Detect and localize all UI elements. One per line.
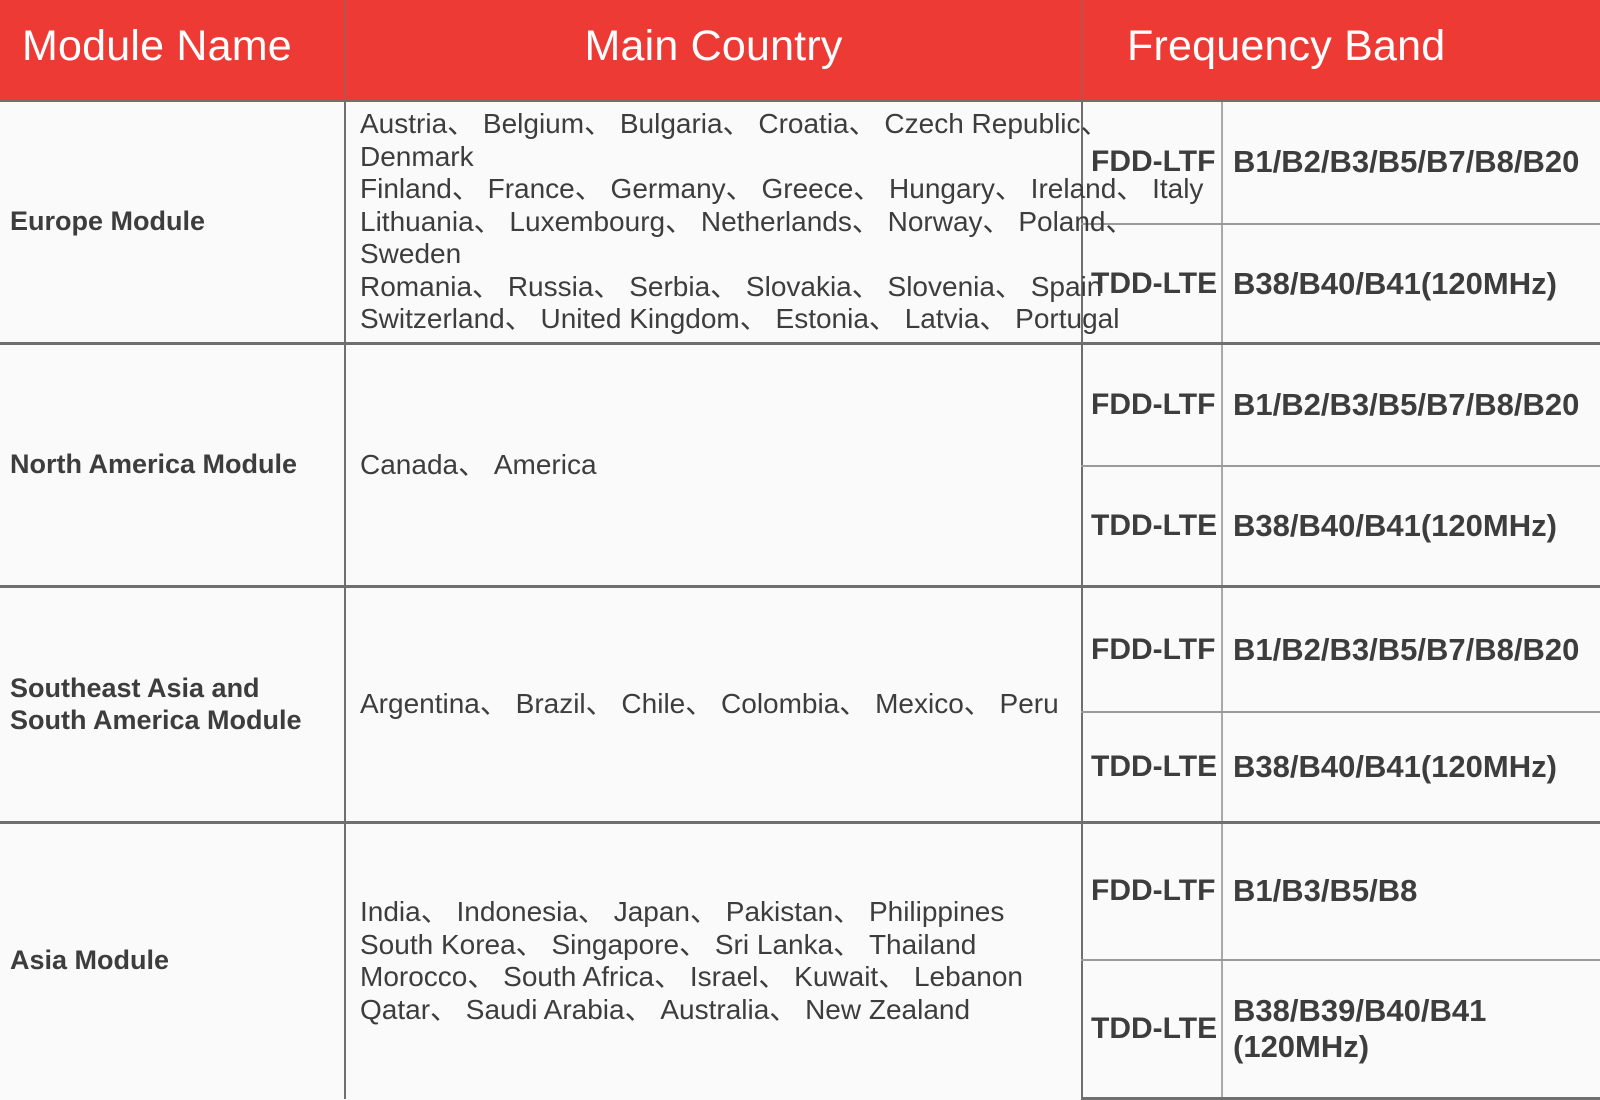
- main-country-cell: Canada、 America: [344, 342, 1082, 587]
- country-line: Switzerland、 United Kingdom、 Estonia、 La…: [360, 303, 1120, 335]
- band-mode-cell: TDD-LTE: [1081, 465, 1222, 589]
- main-country-cell: India、 Indonesia、 Japan、 Pakistan、 Phili…: [344, 820, 1082, 1099]
- band-value-line: B1/B3/B5/B8: [1233, 873, 1418, 909]
- country-line: Denmark: [360, 140, 474, 172]
- module-name-cell: Europe Module: [0, 98, 345, 344]
- band-value-cell: B1/B2/B3/B5/B7/B8/B20: [1221, 98, 1600, 226]
- band-value-cell: B38/B40/B41(120MHz): [1221, 711, 1600, 824]
- band-value-cell: B38/B39/B40/B41 (120MHz): [1221, 958, 1600, 1100]
- country-line: Argentina、 Brazil、 Chile、 Colombia、 Mexi…: [360, 688, 1059, 720]
- band-value-line: B1/B2/B3/B5/B7/B8/B20: [1233, 387, 1580, 423]
- band-mode-cell: FDD-LTF: [1081, 820, 1222, 961]
- band-value-cell: B1/B3/B5/B8: [1221, 820, 1600, 961]
- band-value-cell: B1/B2/B3/B5/B7/B8/B20: [1221, 585, 1600, 714]
- main-country-cell: Austria、 Belgium、 Bulgaria、 Croatia、 Cze…: [344, 98, 1204, 344]
- country-line: Romania、 Russia、 Serbia、 Slovakia、 Slove…: [360, 270, 1103, 302]
- header-frequency-band: Frequency Band: [1081, 0, 1600, 100]
- table-header: Module Name Main Country Frequency Band: [0, 0, 1600, 100]
- table-body: Europe Module Austria、 Belgium、 Bulgaria、…: [0, 98, 1600, 1100]
- country-line: India、 Indonesia、 Japan、 Pakistan、 Phili…: [360, 896, 1005, 928]
- band-value-line: B38/B39/B40/B41: [1233, 993, 1487, 1029]
- module-name-cell: Asia Module: [0, 820, 345, 1099]
- country-line: Qatar、 Saudi Arabia、 Australia、 New Zeal…: [360, 993, 971, 1025]
- module-name-cell: Southeast Asia and South America Module: [0, 585, 345, 823]
- band-value-cell: B38/B40/B41(120MHz): [1221, 223, 1600, 346]
- band-value-line: B1/B2/B3/B5/B7/B8/B20: [1233, 631, 1580, 667]
- main-country-cell: Argentina、 Brazil、 Chile、 Colombia、 Mexi…: [344, 585, 1082, 823]
- band-value-line: B38/B40/B41(120MHz): [1233, 265, 1557, 301]
- header-row: Module Name Main Country Frequency Band: [0, 0, 1600, 100]
- band-value-cell: B38/B40/B41(120MHz): [1221, 465, 1600, 589]
- band-value-line: B38/B40/B41(120MHz): [1233, 749, 1557, 785]
- module-name-cell: North America Module: [0, 342, 345, 587]
- country-line: Finland、 France、 Germany、 Greece、 Hungar…: [360, 173, 1204, 205]
- country-line: Lithuania、 Luxembourg、 Netherlands、 Norw…: [360, 205, 1134, 237]
- table-row: North America Module Canada、 America FDD-L…: [0, 342, 1600, 587]
- band-mode-cell: FDD-LTF: [1081, 585, 1222, 714]
- band-value-line: B1/B2/B3/B5/B7/B8/B20: [1233, 144, 1580, 180]
- country-line: Canada、 America: [360, 449, 597, 481]
- country-line: Morocco、 South Africa、 Israel、 Kuwait、 L…: [360, 961, 1023, 993]
- header-main-country: Main Country: [344, 0, 1082, 100]
- band-value-line: (120MHz): [1233, 1028, 1370, 1064]
- band-mode-cell: TDD-LTE: [1081, 958, 1222, 1100]
- band-mode-cell: FDD-LTF: [1081, 342, 1222, 468]
- table-row: Asia Module India、 Indonesia、 Japan、 Paki…: [0, 820, 1600, 1099]
- band-value-line: B38/B40/B41(120MHz): [1233, 508, 1557, 544]
- band-value-cell: B1/B2/B3/B5/B7/B8/B20: [1221, 342, 1600, 468]
- header-module-name: Module Name: [0, 0, 345, 100]
- table-row: Southeast Asia and South America Module A…: [0, 585, 1600, 823]
- country-line: Austria、 Belgium、 Bulgaria、 Croatia、 Cze…: [360, 108, 1109, 140]
- country-line: Sweden: [360, 238, 462, 270]
- frequency-band-table: Module Name Main Country Frequency Band …: [0, 0, 1600, 1100]
- band-mode-cell: TDD-LTE: [1081, 711, 1222, 824]
- country-line: South Korea、 Singapore、 Sri Lanka、 Thail…: [360, 928, 977, 960]
- table-row: Europe Module Austria、 Belgium、 Bulgaria、…: [0, 98, 1600, 344]
